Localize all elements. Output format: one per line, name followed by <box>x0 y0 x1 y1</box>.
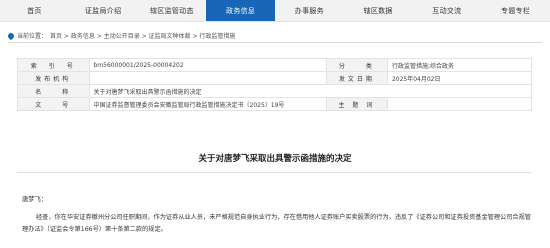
publisher-label: 发布机构 <box>17 71 90 85</box>
document-metadata-table: 索 引 号 bm56000001/2025-00004202 分 类 行政监管措… <box>17 58 533 111</box>
subject-label: 主 题 词 <box>325 97 388 111</box>
title-divider <box>17 172 532 173</box>
publisher-value <box>88 71 327 85</box>
subject-value <box>386 97 533 111</box>
nav-special-topics[interactable]: 专题专栏 <box>481 0 550 21</box>
breadcrumb-divider <box>8 42 542 43</box>
docno-value: 中国证券监督管理委员会安徽监管局行政监管措施决定书〔2025〕19号 <box>88 97 327 111</box>
article-paragraph: 经查，你在华安证券徽州分公司任职期间，作为证券从业人员，未严格规范自身执业行为，… <box>22 214 531 233</box>
nav-services[interactable]: 办事服务 <box>275 0 344 21</box>
category-value: 行政监管措施;综合政务 <box>386 58 533 72</box>
nav-regulatory-news[interactable]: 辖区监管动态 <box>138 0 207 21</box>
docno-label: 文 号 <box>17 97 90 111</box>
category-label: 分 类 <box>325 58 388 72</box>
index-value: bm56000001/2025-00004202 <box>88 58 327 72</box>
breadcrumb-prefix: 当前位置： <box>17 33 48 40</box>
name-label: 名 称 <box>17 84 90 98</box>
nav-interaction[interactable]: 互动交流 <box>413 0 482 21</box>
nav-home[interactable]: 首页 <box>0 0 69 21</box>
nav-bureau-intro[interactable]: 证监局介绍 <box>69 0 138 21</box>
article-title: 关于对唐梦飞采取出具警示函措施的决定 <box>198 154 352 164</box>
breadcrumb: 当前位置： 首页 > 政务信息 > 主动公开目录 > 证监局文种体裁 > 行政监… <box>6 31 235 40</box>
location-pin-icon <box>6 31 16 40</box>
name-value: 关于对唐梦飞采取出具警示函措施的决定 <box>88 84 532 98</box>
main-nav: 首页 证监局介绍 辖区监管动态 政务信息 办事服务 辖区数据 互动交流 专题专栏 <box>0 0 550 22</box>
nav-government-info[interactable]: 政务信息 <box>206 0 275 21</box>
nav-regional-data[interactable]: 辖区数据 <box>344 0 413 21</box>
article-salutation: 唐梦飞： <box>22 196 48 203</box>
date-value: 2025年04月02日 <box>386 71 533 85</box>
breadcrumb-path[interactable]: 首页 > 政务信息 > 主动公开目录 > 证监局文种体裁 > 行政监管措施 <box>50 31 235 40</box>
date-label: 发文日期 <box>325 71 388 85</box>
index-label: 索 引 号 <box>17 58 90 72</box>
